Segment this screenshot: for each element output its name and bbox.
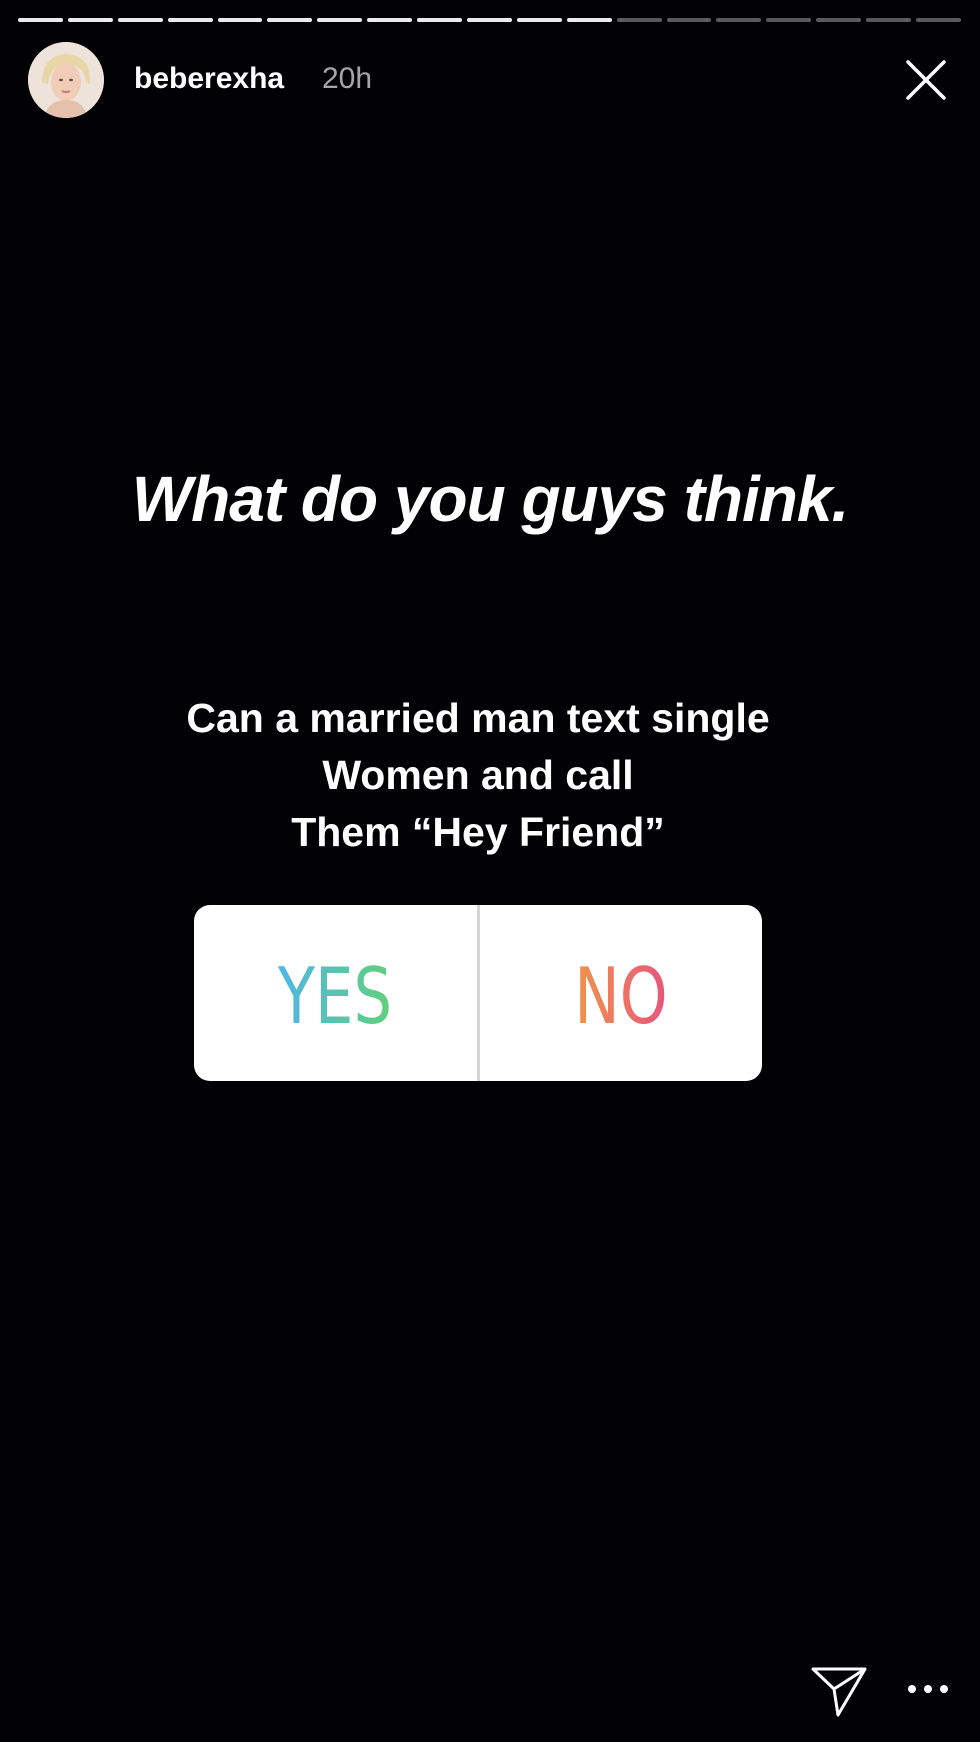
close-button[interactable]	[900, 54, 952, 106]
more-options-button[interactable]	[904, 1676, 952, 1702]
poll-option-no[interactable]: NO	[480, 905, 763, 1081]
progress-segment	[317, 18, 363, 22]
svg-text:YES: YES	[277, 952, 392, 1038]
poll-sticker: YES NO	[194, 905, 762, 1081]
username[interactable]: beberexha	[134, 62, 284, 96]
progress-segment	[766, 18, 812, 22]
progress-segment	[566, 18, 612, 22]
progress-segment	[417, 18, 463, 22]
progress-segment	[616, 18, 662, 22]
paper-plane-icon	[811, 1667, 867, 1717]
post-time: 20h	[322, 62, 373, 95]
poll-option-yes-label: YES	[277, 952, 392, 1038]
progress-segment	[217, 18, 263, 22]
question-line: Can a married man text single	[186, 695, 770, 741]
progress-segment	[117, 18, 163, 22]
avatar[interactable]	[28, 42, 104, 118]
story-headline: What do you guys think.	[131, 463, 850, 535]
svg-text:NO: NO	[574, 952, 667, 1038]
send-button[interactable]	[810, 1661, 868, 1719]
question-line: Women and call	[322, 752, 634, 798]
more-dots-icon	[908, 1685, 948, 1693]
story-header: beberexha 20h	[28, 42, 952, 118]
progress-segment	[666, 18, 712, 22]
progress-segment	[67, 18, 113, 22]
progress-segment	[367, 18, 413, 22]
poll-option-yes[interactable]: YES	[194, 905, 477, 1081]
progress-segment	[816, 18, 862, 22]
progress-segment	[467, 18, 512, 22]
poll-option-no-label: NO	[574, 952, 667, 1038]
story-question: Can a married man text single Women and …	[0, 690, 956, 861]
progress-segment	[716, 18, 762, 22]
progress-segment	[516, 18, 562, 22]
progress-segment	[267, 18, 313, 22]
progress-segment	[167, 18, 213, 22]
progress-segment	[916, 18, 961, 22]
story-progress-bar	[18, 18, 961, 23]
close-icon	[906, 60, 946, 100]
avatar-image	[28, 42, 104, 118]
question-line: Them “Hey Friend”	[291, 809, 665, 855]
progress-segment	[866, 18, 912, 22]
progress-segment	[18, 18, 63, 22]
